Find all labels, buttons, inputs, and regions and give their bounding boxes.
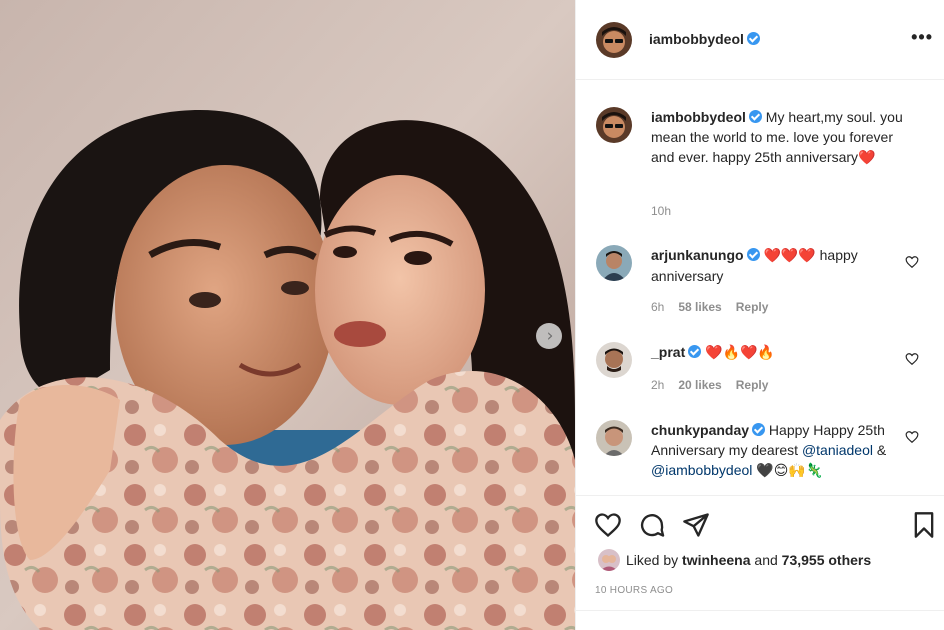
comment-emoji: ❤️🔥❤️🔥 [705,345,775,361]
commenter-avatar[interactable] [596,342,632,378]
comment-meta: 6h 58 likes Reply [651,300,768,314]
commenter-username[interactable]: _prat [651,344,685,360]
comment-time: 2h [651,378,665,392]
divider [576,610,944,611]
commenter-username[interactable]: chunkypanday [651,422,749,438]
verified-badge-icon [746,32,760,45]
post-side-panel: iambobbydeol ••• iambobbydeol My heart,m… [575,0,944,630]
liked-by-label: Liked by [626,552,679,568]
likes-summary: Liked by twinheena and 73,955 others [598,548,871,572]
instagram-post: › iambobbydeol ••• iambobbydeol My heart… [0,0,944,630]
verified-badge-icon [746,248,760,261]
post-header: iambobbydeol ••• [576,0,944,80]
comment-meta: 2h 20 likes Reply [651,378,768,392]
post-photo[interactable]: › [0,0,575,630]
liker-avatar[interactable] [598,549,620,571]
reply-button[interactable]: Reply [736,300,769,314]
verified-badge-icon [748,110,762,123]
chevron-right-icon: › [546,325,554,346]
post-timestamp[interactable]: 10 HOURS AGO [595,585,673,596]
verified-badge-icon [752,423,766,436]
commenter-avatar[interactable] [596,420,632,456]
reply-button[interactable]: Reply [736,378,769,392]
commenter-username[interactable]: arjunkanungo [651,247,744,263]
caption-time: 10h [651,204,672,218]
comment-like-heart-icon[interactable] [905,430,919,444]
comment-like-heart-icon[interactable] [905,255,919,269]
commenter-avatar[interactable] [596,245,632,281]
caption-emoji: ❤️ [858,150,876,166]
author-username[interactable]: iambobbydeol [649,31,744,47]
comment-text-block: arjunkanungo ❤️❤️❤️ happy anniversary [651,245,906,286]
comment-time: 6h [651,300,665,314]
comment-text-block: chunkypanday Happy Happy 25th Anniversar… [651,420,906,481]
comment-likes[interactable]: 58 likes [678,300,721,314]
comment-icon[interactable] [638,511,666,539]
comment-like-heart-icon[interactable] [905,352,919,366]
caption-text-block: iambobbydeol My heart,my soul. you mean … [651,107,906,168]
bookmark-icon[interactable] [910,511,938,539]
comment-emoji: ❤️❤️❤️ [763,248,816,264]
couple-photo-illustration [0,0,575,630]
heart-icon[interactable] [594,511,622,539]
comment-likes[interactable]: 20 likes [678,378,721,392]
author-avatar[interactable] [596,22,632,58]
comment-emoji: 🖤😊🙌🦎 [756,463,824,479]
ampersand-text: & [873,442,887,458]
comment-text-block: _prat ❤️🔥❤️🔥 [651,342,906,363]
more-options-icon[interactable]: ••• [911,28,933,46]
mention-link[interactable]: @iambobbydeol [651,462,752,478]
and-label: and [754,552,778,568]
post-actions: Liked by twinheena and 73,955 others 10 … [576,495,944,630]
comments-list[interactable]: iambobbydeol My heart,my soul. you mean … [576,81,944,495]
others-count[interactable]: 73,955 others [782,552,872,568]
share-icon[interactable] [682,511,710,539]
caption-meta: 10h [651,204,671,218]
caption-username[interactable]: iambobbydeol [651,109,746,125]
liker-username[interactable]: twinheena [682,552,750,568]
next-photo-button[interactable]: › [536,323,562,349]
verified-badge-icon [688,345,702,358]
mention-link[interactable]: @taniadeol [802,442,873,458]
caption-avatar[interactable] [596,107,632,143]
